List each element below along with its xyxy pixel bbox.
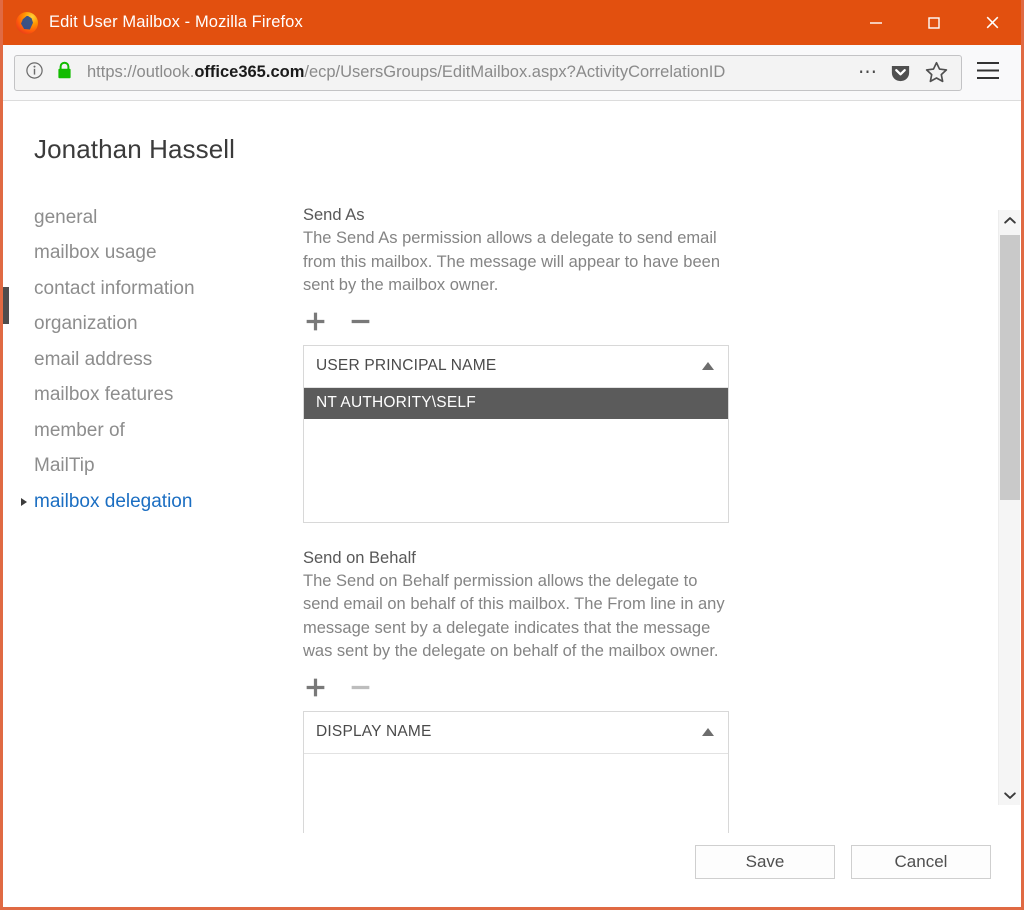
ellipsis-icon[interactable]: ⋯ xyxy=(858,63,879,82)
send-as-description: The Send As permission allows a delegate… xyxy=(303,229,720,294)
sidebar-item-contact-information[interactable]: contact information xyxy=(3,271,283,307)
sidebar-item-organization[interactable]: organization xyxy=(3,307,283,343)
firefox-logo-icon xyxy=(16,11,38,34)
sidebar-item-mailbox-features[interactable]: mailbox features xyxy=(3,378,283,414)
send-on-behalf-column-header[interactable]: DISPLAY NAME xyxy=(304,712,728,754)
sort-ascending-caret-icon[interactable] xyxy=(702,728,714,736)
window-controls xyxy=(847,0,1021,45)
minus-icon[interactable] xyxy=(348,675,373,700)
plus-icon[interactable] xyxy=(303,309,328,334)
save-button[interactable]: Save xyxy=(695,845,835,879)
page-title: Jonathan Hassell xyxy=(34,134,236,164)
sidebar-item-label: email address xyxy=(34,348,153,370)
browser-toolbar: https://outlook.office365.com/ecp/UsersG… xyxy=(3,45,1021,101)
minus-icon[interactable] xyxy=(348,309,373,334)
sidebar-item-label: mailbox features xyxy=(34,384,174,406)
dialog-footer: Save Cancel xyxy=(3,833,1021,907)
sidebar-item-mailbox-usage[interactable]: mailbox usage xyxy=(3,236,283,272)
padlock-secure-icon[interactable] xyxy=(56,61,73,85)
page-scrollbar[interactable] xyxy=(998,210,1020,805)
send-as-title: Send As xyxy=(303,206,365,224)
cancel-button[interactable]: Cancel xyxy=(851,845,991,879)
sidebar-item-label: member of xyxy=(34,419,125,441)
table-row[interactable]: NT AUTHORITY\SELF xyxy=(304,387,728,419)
selection-caret-icon xyxy=(21,497,27,506)
star-bookmark-icon[interactable] xyxy=(924,60,949,85)
pocket-icon[interactable] xyxy=(889,61,912,84)
scrollbar-thumb[interactable] xyxy=(1000,235,1020,500)
chevron-up-icon[interactable] xyxy=(999,210,1021,230)
url-domain: office365.com xyxy=(194,63,305,81)
window-title: Edit User Mailbox - Mozilla Firefox xyxy=(49,13,303,31)
send-as-rows: NT AUTHORITY\SELF xyxy=(304,387,728,522)
sidebar-item-general[interactable]: general xyxy=(3,200,283,236)
browser-window: Edit User Mailbox - Mozilla Firefox http… xyxy=(0,0,1024,910)
sidebar-item-label: contact information xyxy=(34,277,195,299)
url-path: /ecp/UsersGroups/EditMailbox.aspx?Activi… xyxy=(304,63,726,81)
info-circle-icon[interactable] xyxy=(25,61,44,85)
column-header-label: DISPLAY NAME xyxy=(316,723,432,740)
sidebar-item-mailtip[interactable]: MailTip xyxy=(3,449,283,485)
sidebar-item-label: organization xyxy=(34,313,138,335)
sidebar-item-label: mailbox delegation xyxy=(34,490,193,512)
sidebar-item-email-address[interactable]: email address xyxy=(3,342,283,378)
sort-ascending-caret-icon[interactable] xyxy=(702,362,714,370)
sidebar-item-mailbox-delegation[interactable]: mailbox delegation xyxy=(3,484,283,520)
url-bar[interactable]: https://outlook.office365.com/ecp/UsersG… xyxy=(14,54,962,91)
close-button[interactable] xyxy=(963,0,1021,45)
url-text[interactable]: https://outlook.office365.com/ecp/UsersG… xyxy=(87,63,848,82)
sidebar-item-label: general xyxy=(34,206,98,228)
hamburger-menu-icon[interactable] xyxy=(976,61,1000,85)
sidebar-item-label: MailTip xyxy=(34,455,95,477)
page-content: Jonathan Hassell general mailbox usage c… xyxy=(3,101,1021,907)
send-on-behalf-toolbar xyxy=(303,671,943,705)
send-on-behalf-description: The Send on Behalf permission allows the… xyxy=(303,571,725,661)
plus-icon[interactable] xyxy=(303,675,328,700)
url-prefix: https://outlook. xyxy=(87,63,195,81)
sidebar-item-label: mailbox usage xyxy=(34,242,157,264)
send-as-listbox[interactable]: USER PRINCIPAL NAME NT AUTHORITY\SELF xyxy=(303,344,729,523)
settings-nav-list: general mailbox usage contact informatio… xyxy=(3,200,283,520)
maximize-button[interactable] xyxy=(905,0,963,45)
delegation-settings-panel: Send As The Send As permission allows a … xyxy=(303,206,943,889)
send-as-column-header[interactable]: USER PRINCIPAL NAME xyxy=(304,346,728,388)
row-value: NT AUTHORITY\SELF xyxy=(316,394,476,411)
send-as-toolbar xyxy=(303,305,943,339)
column-header-label: USER PRINCIPAL NAME xyxy=(316,357,497,374)
send-on-behalf-title: Send on Behalf xyxy=(303,548,416,567)
send-as-section: Send As The Send As permission allows a … xyxy=(303,206,943,523)
sidebar-item-member-of[interactable]: member of xyxy=(3,413,283,449)
minimize-button[interactable] xyxy=(847,0,905,45)
chevron-down-icon[interactable] xyxy=(999,785,1021,805)
title-bar: Edit User Mailbox - Mozilla Firefox xyxy=(3,0,1021,45)
